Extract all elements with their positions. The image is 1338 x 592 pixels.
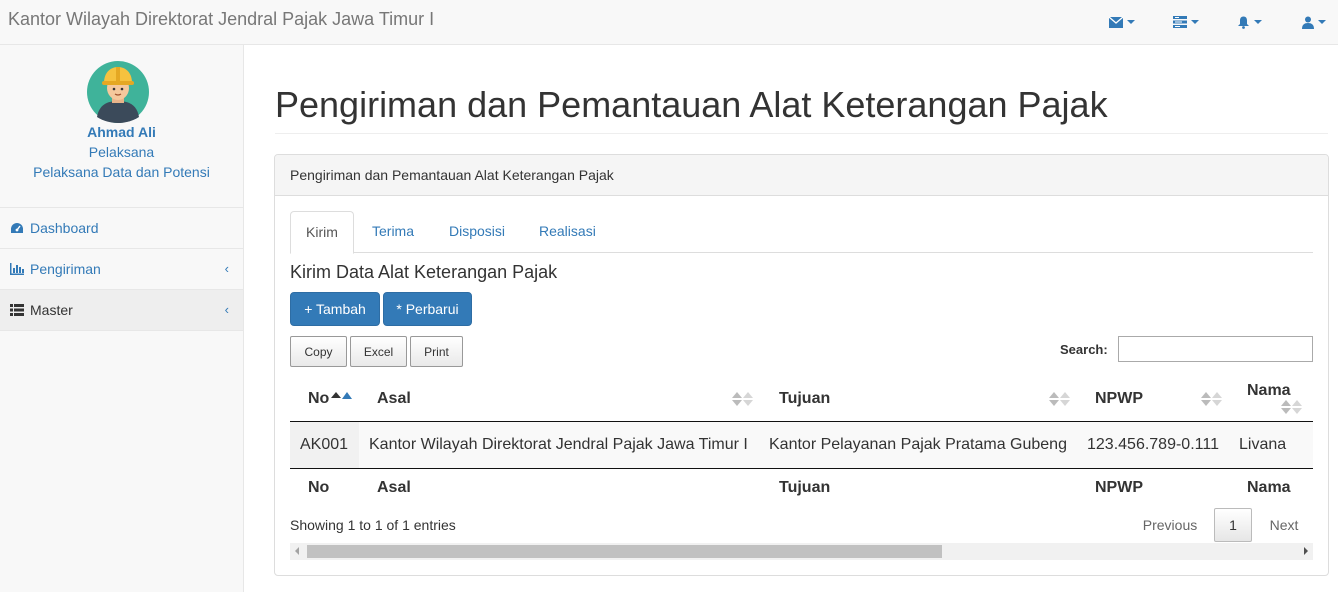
add-button[interactable]: + Tambah	[290, 292, 380, 326]
column-footer-tujuan: Tujuan	[779, 479, 831, 496]
sidebar-item-pengiriman[interactable]: Pengiriman ‹	[0, 249, 243, 290]
data-table: No Asal Tujuan NPWP Nama AK001 Kantor Wi…	[290, 367, 1313, 499]
panel-heading: Pengiriman dan Pemantauan Alat Keteranga…	[275, 155, 1328, 196]
main-panel: Pengiriman dan Pemantauan Alat Keteranga…	[274, 154, 1329, 576]
sort-icon[interactable]	[1281, 399, 1302, 417]
sort-icon[interactable]	[732, 391, 753, 409]
cell-asal: Kantor Wilayah Direktorat Jendral Pajak …	[369, 436, 748, 453]
sidebar-item-master[interactable]: Master ‹	[0, 290, 243, 331]
sidebar-menu: Dashboard Pengiriman ‹ Master ‹	[0, 207, 243, 331]
print-button[interactable]: Print	[410, 336, 463, 367]
sidebar-item-label: Dashboard	[30, 220, 99, 236]
tasks-dropdown[interactable]	[1173, 12, 1199, 32]
horizontal-scrollbar[interactable]	[290, 543, 1313, 560]
chevron-down-icon	[1191, 20, 1199, 24]
title-divider	[275, 133, 1328, 134]
bell-icon	[1237, 16, 1250, 29]
page-title: Pengiriman dan Pemantauan Alat Keteranga…	[275, 84, 1108, 125]
chevron-left-icon: ‹	[224, 302, 229, 317]
tab-terima[interactable]: Terima	[357, 211, 429, 253]
sort-icon[interactable]	[1201, 391, 1222, 409]
column-footer-no: No	[308, 479, 330, 496]
avatar	[87, 61, 149, 123]
tasks-icon	[1173, 16, 1187, 28]
chevron-down-icon	[1254, 20, 1262, 24]
user-name: Ahmad Ali	[87, 124, 156, 140]
messages-dropdown[interactable]	[1109, 12, 1135, 32]
top-navbar: Kantor Wilayah Direktorat Jendral Pajak …	[0, 0, 1338, 45]
table-info: Showing 1 to 1 of 1 entries	[290, 517, 456, 533]
column-header-npwp[interactable]: NPWP	[1095, 390, 1143, 408]
scrollbar-thumb[interactable]	[307, 545, 942, 558]
cell-no: AK001	[300, 436, 349, 453]
sort-asc-icon[interactable]	[331, 391, 352, 409]
sidebar: Ahmad Ali Pelaksana Pelaksana Data dan P…	[0, 45, 244, 592]
alerts-dropdown[interactable]	[1237, 12, 1262, 32]
pagination-page-1[interactable]: 1	[1214, 508, 1252, 542]
sidebar-item-label: Master	[30, 302, 73, 318]
user-role: Pelaksana	[88, 144, 155, 160]
search-input[interactable]	[1118, 336, 1313, 362]
tab-realisasi[interactable]: Realisasi	[524, 211, 611, 253]
envelope-icon	[1109, 16, 1123, 28]
column-header-nama[interactable]: Nama	[1247, 382, 1291, 400]
list-icon	[10, 303, 24, 317]
column-header-tujuan[interactable]: Tujuan	[779, 390, 830, 408]
bar-chart-icon	[10, 262, 24, 276]
copy-button[interactable]: Copy	[290, 336, 347, 367]
scroll-left-icon[interactable]	[295, 547, 299, 555]
tab-disposisi[interactable]: Disposisi	[434, 211, 520, 253]
chevron-down-icon	[1318, 20, 1326, 24]
column-header-no[interactable]: No	[308, 390, 329, 408]
section-title: Kirim Data Alat Keterangan Pajak	[290, 262, 558, 282]
navbar-brand[interactable]: Kantor Wilayah Direktorat Jendral Pajak …	[8, 9, 434, 30]
search-label: Search:	[1060, 342, 1108, 357]
table-footer-divider	[290, 468, 1313, 469]
cell-tujuan: Kantor Pelayanan Pajak Pratama Gubeng	[769, 436, 1067, 453]
column-footer-nama: Nama	[1247, 479, 1291, 496]
scroll-right-icon[interactable]	[1304, 547, 1308, 555]
sort-icon[interactable]	[1049, 391, 1070, 409]
dashboard-icon	[10, 221, 24, 235]
chevron-down-icon	[1127, 20, 1135, 24]
pagination-next[interactable]: Next	[1260, 508, 1308, 542]
sidebar-item-dashboard[interactable]: Dashboard	[0, 208, 243, 249]
refresh-button[interactable]: * Perbarui	[383, 292, 472, 326]
user-unit: Pelaksana Data dan Potensi	[33, 164, 210, 180]
excel-button[interactable]: Excel	[350, 336, 407, 367]
user-dropdown[interactable]	[1302, 12, 1326, 32]
tab-bar: Kirim Terima Disposisi Realisasi	[290, 211, 1313, 254]
chevron-left-icon: ‹	[224, 261, 229, 276]
cell-npwp: 123.456.789-0.111	[1087, 436, 1219, 453]
user-icon	[1302, 16, 1314, 29]
tab-kirim[interactable]: Kirim	[290, 211, 354, 254]
column-footer-npwp: NPWP	[1095, 479, 1143, 496]
pagination-previous[interactable]: Previous	[1135, 508, 1205, 542]
column-footer-asal: Asal	[377, 479, 411, 496]
column-header-asal[interactable]: Asal	[377, 390, 411, 408]
sidebar-item-label: Pengiriman	[30, 261, 101, 277]
cell-nama: Livana	[1239, 436, 1287, 453]
